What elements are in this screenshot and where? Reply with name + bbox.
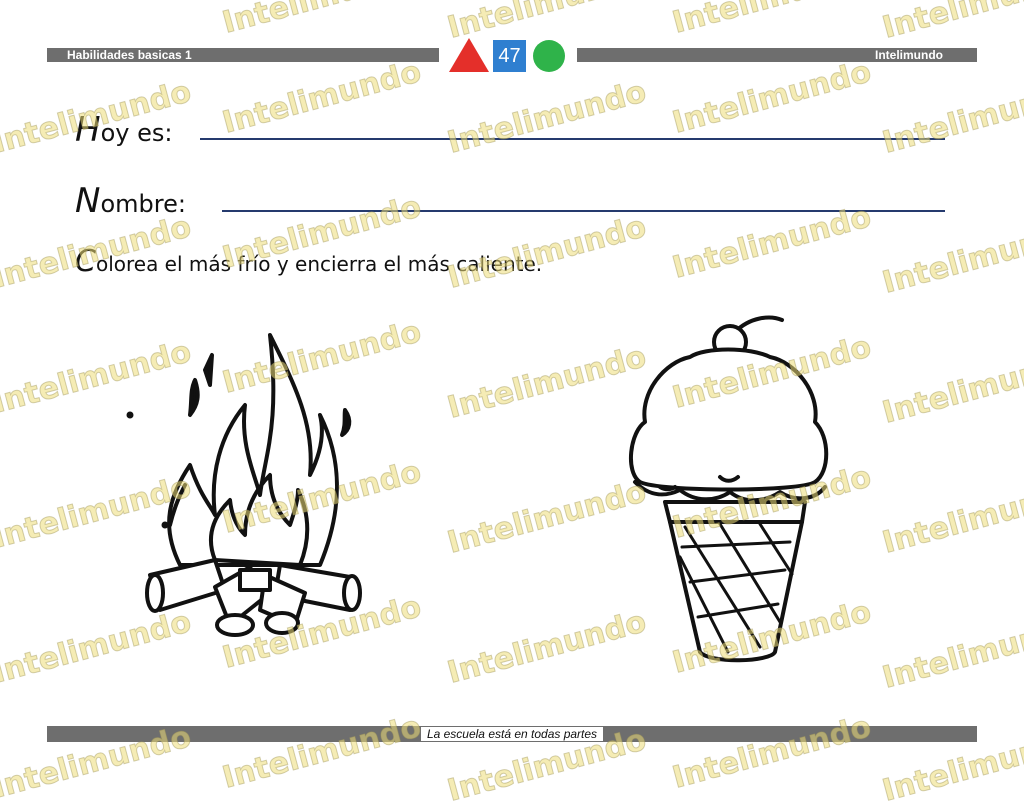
header-right-bar: Intelimundo [577, 48, 977, 62]
watermark: Intelimundo [668, 0, 875, 41]
watermark: Intelimundo [878, 214, 1024, 302]
watermark: Intelimundo [218, 54, 425, 142]
name-label: Nombre: [75, 181, 186, 221]
watermark: Intelimundo [443, 339, 650, 427]
watermark: Intelimundo [668, 709, 875, 797]
watermark: Intelimundo [443, 604, 650, 692]
footer-slogan: La escuela está en todas partes [420, 727, 604, 741]
watermark: Intelimundo [668, 54, 875, 142]
footer-bar: La escuela está en todas partes [47, 726, 977, 742]
brand-title: Intelimundo [875, 48, 943, 62]
date-line[interactable] [200, 138, 945, 140]
watermark: Intelimundo [878, 474, 1024, 562]
header-left-bar: Habilidades basicas 1 [47, 48, 439, 62]
watermark: Intelimundo [218, 0, 425, 41]
campfire-icon[interactable] [120, 325, 370, 645]
green-circle-icon [533, 40, 565, 72]
watermark: Intelimundo [878, 344, 1024, 432]
page-number-badge: 47 [493, 40, 526, 72]
date-label: Hoy es: [75, 110, 173, 150]
watermark: Intelimundo [878, 0, 1024, 46]
red-triangle-icon [449, 38, 489, 72]
watermark: Intelimundo [218, 709, 425, 797]
name-line[interactable] [222, 210, 945, 212]
section-title: Habilidades basicas 1 [67, 48, 192, 62]
watermark: Intelimundo [443, 474, 650, 562]
watermark: Intelimundo [878, 74, 1024, 162]
ice-cream-cone-icon[interactable] [620, 312, 840, 667]
watermark: Intelimundo [878, 609, 1024, 697]
watermark: Intelimundo [668, 199, 875, 287]
watermark: Intelimundo [443, 74, 650, 162]
instruction-text: Colorea el más frío y encierra el más ca… [75, 244, 543, 279]
